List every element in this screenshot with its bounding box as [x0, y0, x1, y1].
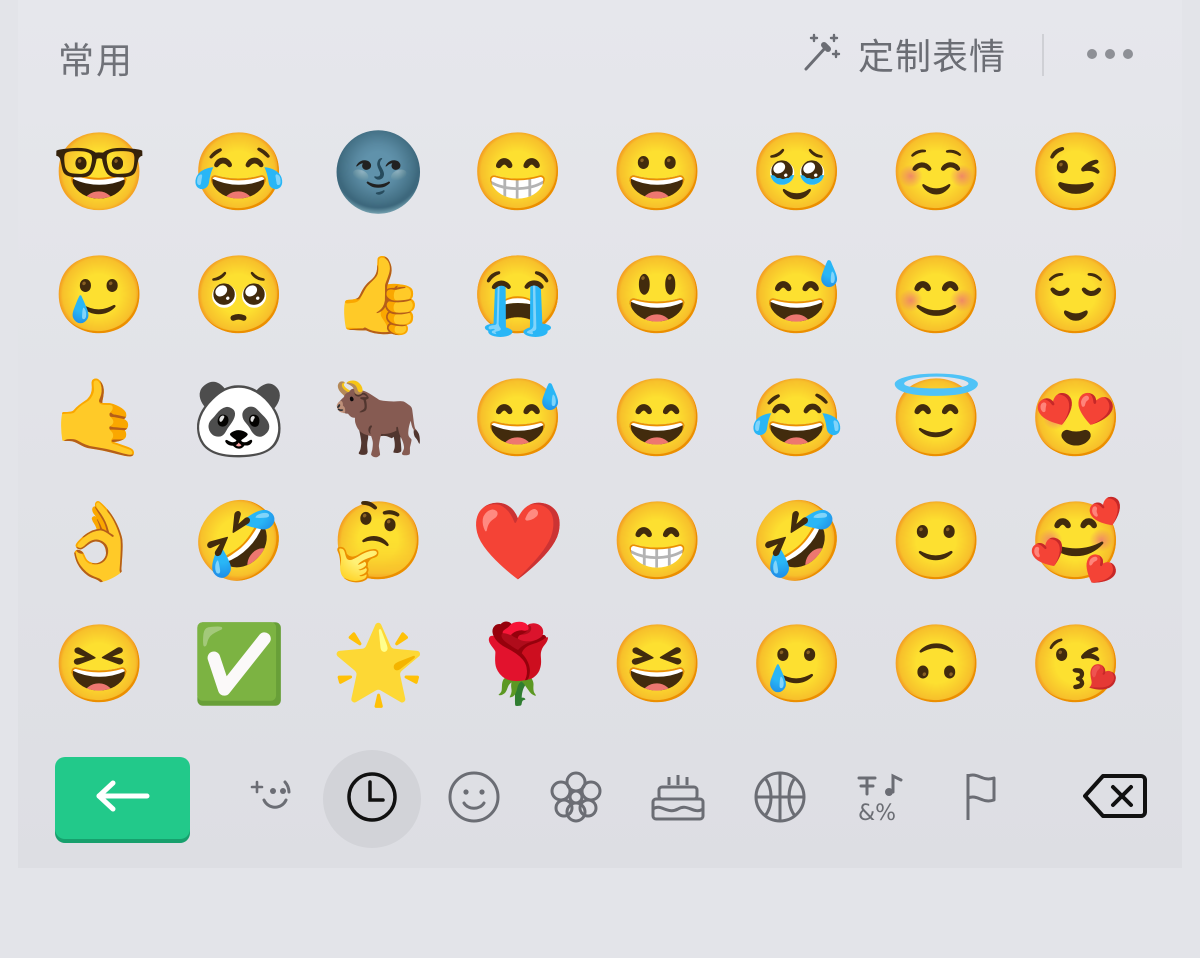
- emoji-check-mark-button[interactable]: ✅: [170, 602, 310, 725]
- emoji-winking-face[interactable]: 😉: [1007, 110, 1147, 233]
- emoji-grinning-face-smiling-eyes[interactable]: 😄: [588, 356, 728, 479]
- emoji-new-moon-face[interactable]: 🌚: [309, 110, 449, 233]
- emoji-grid: 🤓 😂 🌚 😁 😀 🥹 ☺️ 😉 🥲 🥺 👍 😭 😃 😅 😊 😌 🤙 🐼 🐂 😅 😄 😂 😇 😍 👌 🤣 🤔 ❤️ 😁 🤣 🙂 🥰 😆 ✅ 🌟 🌹 😆 🥲…: [30, 110, 1146, 725]
- emoji-grinning-face-with-sweat[interactable]: 😅: [728, 233, 868, 356]
- emoji-beaming-face[interactable]: 😁: [588, 479, 728, 602]
- backspace-button[interactable]: [1080, 766, 1150, 830]
- emoji-smiling-face-with-smiling-eyes[interactable]: 😊: [867, 233, 1007, 356]
- emoji-face-holding-back-tears[interactable]: 🥹: [728, 110, 868, 233]
- emoji-loudly-crying-face[interactable]: 😭: [449, 233, 589, 356]
- tab-food[interactable]: [629, 750, 727, 848]
- emoji-heart-eyes[interactable]: 😍: [1007, 356, 1147, 479]
- tab-flags[interactable]: [935, 750, 1033, 848]
- emoji-grinning-face-big-eyes[interactable]: 😃: [588, 233, 728, 356]
- sparkle-face-icon: [245, 772, 295, 826]
- emoji-header: 常用 定制表情: [0, 0, 1200, 110]
- cake-icon: [649, 769, 707, 829]
- emoji-thumbs-up[interactable]: 👍: [309, 233, 449, 356]
- tab-nature[interactable]: [527, 750, 625, 848]
- emoji-smiling-face-with-hearts[interactable]: 🥰: [1007, 479, 1147, 602]
- emoji-grinning-squinting-face[interactable]: 😆: [30, 602, 170, 725]
- emoji-thinking-face[interactable]: 🤔: [309, 479, 449, 602]
- magic-wand-icon: [800, 31, 842, 77]
- emoji-grinning-squinting-face[interactable]: 😆: [588, 602, 728, 725]
- clock-icon: [345, 770, 399, 828]
- emoji-glowing-star[interactable]: 🌟: [309, 602, 449, 725]
- flag-icon: [960, 770, 1008, 828]
- emoji-nerd-face[interactable]: 🤓: [30, 110, 170, 233]
- tab-smileys[interactable]: [425, 750, 523, 848]
- arrow-left-icon: [95, 779, 151, 817]
- emoji-relieved-face[interactable]: 😌: [1007, 233, 1147, 356]
- emoji-grinning-face-with-sweat[interactable]: 😅: [449, 356, 589, 479]
- tab-sparkle-face[interactable]: [221, 750, 319, 848]
- emoji-face-with-tears-of-joy[interactable]: 😂: [170, 110, 310, 233]
- smiley-icon: [447, 770, 501, 828]
- emoji-rolling-on-the-floor-laughing[interactable]: 🤣: [170, 479, 310, 602]
- emoji-red-heart[interactable]: ❤️: [449, 479, 589, 602]
- emoji-rolling-on-the-floor-laughing[interactable]: 🤣: [728, 479, 868, 602]
- header-divider: [1042, 34, 1044, 76]
- basketball-icon: [753, 770, 807, 828]
- backspace-icon: [1083, 772, 1147, 824]
- more-dot: [1087, 49, 1097, 59]
- svg-text:&%: &%: [858, 801, 896, 824]
- emoji-face-blowing-kiss[interactable]: 😘: [1007, 602, 1147, 725]
- send-back-button[interactable]: [55, 757, 190, 839]
- emoji-ok-hand[interactable]: 👌: [30, 479, 170, 602]
- emoji-slightly-smiling-face[interactable]: 🙂: [867, 479, 1007, 602]
- emoji-smiling-face-with-halo[interactable]: 😇: [867, 356, 1007, 479]
- section-title: 常用: [58, 41, 135, 82]
- emoji-grinning-face[interactable]: 😀: [588, 110, 728, 233]
- emoji-beaming-face[interactable]: 😁: [449, 110, 589, 233]
- emoji-pleading-face[interactable]: 🥺: [170, 233, 310, 356]
- emoji-smiling-face-with-tear[interactable]: 🥲: [30, 233, 170, 356]
- tab-recent[interactable]: [323, 750, 421, 848]
- emoji-panda[interactable]: 🐼: [170, 356, 310, 479]
- emoji-rose[interactable]: 🌹: [449, 602, 589, 725]
- tab-activities[interactable]: [731, 750, 829, 848]
- emoji-smiling-face[interactable]: ☺️: [867, 110, 1007, 233]
- emoji-toolbar: &%: [0, 740, 1200, 860]
- emoji-upside-down-face[interactable]: 🙃: [867, 602, 1007, 725]
- tab-symbols[interactable]: &%: [833, 750, 931, 848]
- emoji-smiling-face-with-tear[interactable]: 🥲: [728, 602, 868, 725]
- flower-icon: [548, 769, 604, 829]
- symbols-icon: &%: [855, 770, 909, 828]
- emoji-call-me-hand[interactable]: 🤙: [30, 356, 170, 479]
- more-dot: [1123, 49, 1133, 59]
- custom-emoji-label: 定制表情: [858, 37, 1007, 78]
- emoji-ox[interactable]: 🐂: [309, 356, 449, 479]
- more-options-button[interactable]: [1078, 34, 1142, 74]
- emoji-face-with-tears-of-joy[interactable]: 😂: [728, 356, 868, 479]
- custom-emoji-button[interactable]: 定制表情: [800, 28, 1006, 80]
- more-dot: [1105, 49, 1115, 59]
